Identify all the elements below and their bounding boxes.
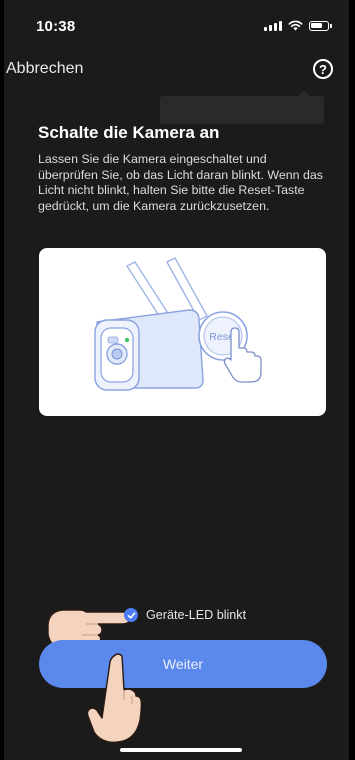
device-bezel-left <box>0 0 4 760</box>
help-tooltip <box>160 90 324 124</box>
home-indicator[interactable] <box>120 748 242 752</box>
page-title: Schalte die Kamera an <box>38 123 220 142</box>
tutorial-hand-continue-icon <box>86 653 143 743</box>
app-screen: 10:38 Abbrechen ? Schalte die Kamera an … <box>0 0 355 760</box>
continue-button[interactable]: Weiter <box>39 640 327 688</box>
help-glyph: ? <box>319 61 327 77</box>
led-blinks-checkbox[interactable] <box>124 608 138 622</box>
status-time: 10:38 <box>36 18 76 35</box>
status-icons <box>264 20 332 31</box>
status-bar: 10:38 <box>0 0 355 48</box>
camera-reset-illustration: Reset <box>94 257 262 391</box>
camera-body <box>94 309 204 391</box>
continue-button-label: Weiter <box>162 656 204 672</box>
led-blinks-label: Geräte-LED blinkt <box>146 608 247 622</box>
camera-illustration: Reset <box>39 248 326 416</box>
battery-icon <box>309 20 332 31</box>
instructions-text: Lassen Sie die Kamera eingeschaltet und … <box>38 152 323 213</box>
checkmark-icon <box>127 611 135 619</box>
led-confirm-row[interactable]: Geräte-LED blinkt <box>124 608 246 622</box>
device-bezel-right <box>349 0 355 760</box>
wifi-icon <box>288 20 303 31</box>
help-circle-icon[interactable]: ? <box>313 59 333 79</box>
cancel-button[interactable]: Abbrechen <box>6 60 83 78</box>
cellular-signal-icon <box>264 20 282 31</box>
nav-bar: Abbrechen ? <box>0 52 355 86</box>
